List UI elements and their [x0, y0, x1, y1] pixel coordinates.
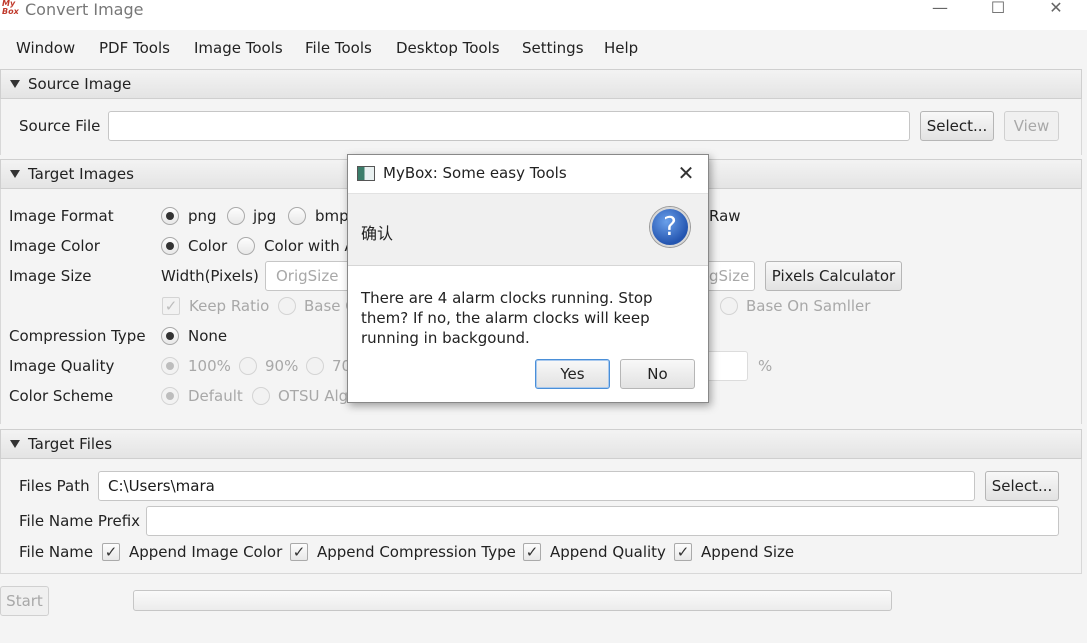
quality-90-radio[interactable]: [239, 357, 257, 375]
quality-90-label: 90%: [265, 357, 299, 375]
progress-bar: [133, 590, 892, 611]
image-quality-label: Image Quality: [9, 357, 115, 375]
quality-100-radio[interactable]: [161, 357, 179, 375]
question-icon: ?: [650, 207, 690, 247]
append-quality-checkbox[interactable]: ✓: [523, 543, 541, 561]
dialog-window-icon: [357, 166, 375, 181]
section-target-files-title: Target Files: [28, 435, 113, 453]
append-image-color-label: Append Image Color: [129, 543, 283, 561]
scheme-default-radio[interactable]: [161, 387, 179, 405]
color-scheme-label: Color Scheme: [9, 387, 114, 405]
color-alpha-radio[interactable]: [237, 237, 255, 255]
base-on-radio[interactable]: [278, 297, 296, 315]
collapse-triangle-icon: [10, 170, 20, 178]
menu-image-tools[interactable]: Image Tools: [194, 39, 283, 57]
source-file-input[interactable]: [108, 111, 910, 141]
section-target-files-header[interactable]: Target Files: [0, 429, 1082, 459]
height-placeholder: gSize: [709, 267, 750, 285]
pixels-calculator-button[interactable]: Pixels Calculator: [765, 261, 902, 291]
dialog-message: There are 4 alarm clocks running. Stop t…: [361, 289, 653, 347]
menu-desktop-tools[interactable]: Desktop Tools: [396, 39, 500, 57]
format-raw-label: Raw: [709, 207, 741, 225]
base-on-smaller-label: Base On Samller: [746, 297, 871, 315]
source-view-button[interactable]: View: [1004, 111, 1059, 141]
dialog-close-button[interactable]: ✕: [672, 160, 700, 186]
files-path-select-button[interactable]: Select...: [985, 471, 1059, 501]
no-button[interactable]: No: [620, 359, 695, 389]
dialog-header: 确认 ?: [348, 193, 708, 266]
window-title: Convert Image: [25, 0, 144, 19]
width-pixels-label: Width(Pixels): [161, 267, 259, 285]
source-file-label: Source File: [19, 117, 101, 135]
quality-100-label: 100%: [188, 357, 231, 375]
menu-help[interactable]: Help: [604, 39, 638, 57]
dialog-title: MyBox: Some easy Tools: [383, 164, 567, 182]
file-name-prefix-label: File Name Prefix: [19, 512, 141, 530]
image-size-label: Image Size: [9, 267, 92, 285]
keep-ratio-checkbox[interactable]: ✓: [162, 297, 180, 315]
section-source-image-title: Source Image: [28, 75, 132, 93]
compression-none-radio[interactable]: [161, 327, 179, 345]
append-compression-type-label: Append Compression Type: [317, 543, 516, 561]
collapse-triangle-icon: [10, 80, 20, 88]
append-compression-type-checkbox[interactable]: ✓: [290, 543, 308, 561]
menu-file-tools[interactable]: File Tools: [305, 39, 372, 57]
start-button[interactable]: Start: [0, 586, 49, 616]
base-on-smaller-radio[interactable]: [720, 297, 738, 315]
append-quality-label: Append Quality: [550, 543, 666, 561]
dialog-header-text: 确认: [361, 224, 394, 243]
compression-none-label: None: [188, 327, 228, 345]
menu-pdf-tools[interactable]: PDF Tools: [99, 39, 170, 57]
format-bmp-radio[interactable]: [288, 207, 306, 225]
maximize-button[interactable]: ☐: [983, 0, 1013, 20]
file-name-label: File Name: [19, 543, 94, 561]
files-path-input[interactable]: C:\Users\mara: [98, 471, 975, 501]
format-jpg-label: jpg: [253, 207, 277, 225]
scheme-otsu-radio[interactable]: [252, 387, 270, 405]
title-bar: [0, 0, 1087, 30]
yes-button[interactable]: Yes: [535, 359, 610, 389]
app-logo-icon: My Box: [2, 0, 20, 18]
quality-70-radio[interactable]: [306, 357, 324, 375]
menu-settings[interactable]: Settings: [522, 39, 584, 57]
color-radio[interactable]: [161, 237, 179, 255]
source-select-button[interactable]: Select...: [920, 111, 994, 141]
image-color-label: Image Color: [9, 237, 100, 255]
format-png-radio[interactable]: [161, 207, 179, 225]
format-bmp-label: bmp: [315, 207, 349, 225]
keep-ratio-label: Keep Ratio: [189, 297, 270, 315]
compression-type-label: Compression Type: [9, 327, 146, 345]
quality-percent-label: %: [758, 357, 773, 375]
close-window-button[interactable]: ✕: [1041, 0, 1071, 20]
section-target-images-title: Target Images: [28, 165, 134, 183]
collapse-triangle-icon: [10, 440, 20, 448]
confirm-dialog: MyBox: Some easy Tools ✕ 确认 ? There are …: [347, 154, 709, 403]
menu-window[interactable]: Window: [16, 39, 75, 57]
append-image-color-checkbox[interactable]: ✓: [102, 543, 120, 561]
append-size-checkbox[interactable]: ✓: [674, 543, 692, 561]
file-name-prefix-input[interactable]: [146, 506, 1059, 536]
width-input[interactable]: OrigSize: [265, 261, 355, 291]
append-size-label: Append Size: [701, 543, 795, 561]
minimize-button[interactable]: —: [925, 0, 955, 20]
files-path-label: Files Path: [19, 477, 90, 495]
scheme-otsu-label: OTSU Alg: [278, 387, 349, 405]
format-jpg-radio[interactable]: [227, 207, 245, 225]
format-png-label: png: [188, 207, 217, 225]
color-option-label: Color: [188, 237, 228, 255]
image-format-label: Image Format: [9, 207, 114, 225]
width-placeholder: OrigSize: [276, 267, 339, 285]
scheme-default-label: Default: [188, 387, 243, 405]
color-alpha-label: Color with A: [264, 237, 355, 255]
section-source-image-header[interactable]: Source Image: [0, 69, 1082, 99]
app-logo-text: My Box: [2, 0, 19, 16]
